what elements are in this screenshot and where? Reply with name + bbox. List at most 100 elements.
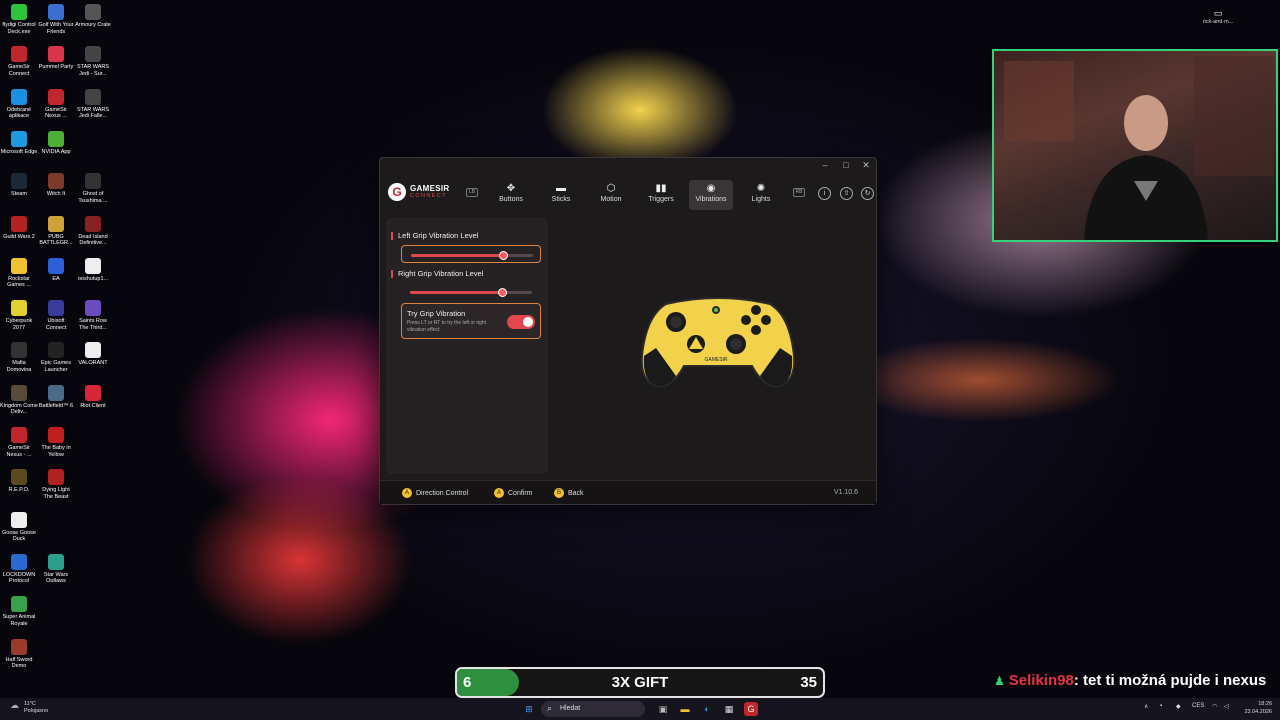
left-grip-knob[interactable] bbox=[498, 251, 508, 260]
desktop-shortcut[interactable]: ooshutup1... bbox=[74, 257, 112, 283]
direction-badge-icon: A bbox=[402, 488, 412, 498]
title-bar[interactable]: – □ ✕ bbox=[380, 158, 876, 172]
desktop-shortcut[interactable]: flydigi Control Deck.exe bbox=[0, 4, 38, 35]
maximize-button[interactable]: □ bbox=[839, 159, 853, 171]
try-grip-toggle[interactable] bbox=[507, 315, 535, 329]
nav-rb-button[interactable]: RB bbox=[793, 188, 805, 197]
app-shortcut-icon bbox=[48, 46, 64, 63]
desktop-shortcut[interactable]: VALORANT bbox=[74, 342, 112, 367]
wifi-icon[interactable]: ◠ bbox=[1212, 703, 1217, 710]
desktop-shortcut-label: Goose Goose Duck bbox=[2, 529, 36, 543]
desktop-shortcut[interactable]: Ubisoft Connect bbox=[37, 300, 75, 331]
desktop-shortcut[interactable]: PUBG BATTLEGR... bbox=[37, 215, 75, 247]
sticks-tab-icon: ▬ bbox=[556, 183, 566, 194]
desktop-shortcut[interactable]: Half Sword Demo bbox=[0, 638, 38, 670]
desktop-shortcut[interactable]: Rockstar Games ... bbox=[0, 257, 38, 289]
desktop-shortcut[interactable]: GameSir Nexus ... bbox=[37, 88, 75, 120]
desktop-shortcut[interactable]: Kingdom Come Deliv... bbox=[0, 384, 38, 416]
nav-lb-button[interactable]: LB bbox=[466, 188, 478, 197]
desktop-shortcut[interactable]: Cyberpunk 2077 bbox=[0, 300, 38, 331]
minimize-button[interactable]: – bbox=[818, 159, 832, 171]
desktop-shortcut[interactable]: Guild Wars 2 bbox=[0, 215, 38, 241]
close-button[interactable]: ✕ bbox=[859, 159, 873, 171]
desktop-shortcut[interactable]: Epic Games Launcher bbox=[37, 342, 75, 373]
info-icon[interactable]: i bbox=[818, 187, 831, 200]
desktop-shortcut-label: Odebrané aplikace bbox=[6, 106, 32, 120]
desktop-shortcut[interactable]: Star Wars Outlaws bbox=[37, 553, 75, 585]
desktop-shortcut-label: Super Animal Royale bbox=[2, 614, 36, 627]
right-grip-knob[interactable] bbox=[497, 288, 507, 297]
desktop-shortcut[interactable]: Mafia Domovina bbox=[0, 342, 38, 373]
file-explorer-icon[interactable]: ▬ bbox=[678, 702, 692, 716]
toggle-knob bbox=[523, 317, 533, 327]
desktop-shortcut[interactable]: Goose Goose Duck bbox=[0, 511, 38, 543]
chat-message: ♟ Selikin98: tet ti možná pujde i nexus bbox=[994, 668, 1274, 694]
tab-buttons[interactable]: ✥ Buttons bbox=[489, 180, 533, 210]
app-shortcut-icon bbox=[11, 4, 27, 20]
try-grip-description: Press LT or RT to try the left or right … bbox=[407, 320, 487, 333]
desktop-shortcut[interactable]: Dead Island Definitive... bbox=[74, 215, 112, 247]
desktop-shortcut[interactable]: GameSir Nexus - ... bbox=[0, 427, 38, 458]
controller-brand-text: GAMESIR bbox=[704, 357, 727, 363]
desktop-shortcut[interactable]: The Baby in Yellow bbox=[37, 427, 75, 458]
upload-icon[interactable]: ⇧ bbox=[840, 187, 853, 200]
desktop-shortcut[interactable]: Pummel Party bbox=[37, 46, 75, 71]
desktop-shortcut[interactable]: Witch It bbox=[37, 173, 75, 198]
desktop-shortcut-label: Guild Wars 2 bbox=[3, 233, 35, 240]
edge-icon[interactable]: ◐ bbox=[700, 702, 714, 716]
left-grip-slider[interactable] bbox=[401, 245, 541, 263]
gamesir-taskbar-icon[interactable]: G bbox=[744, 702, 758, 716]
volume-icon[interactable]: ◁ bbox=[1224, 703, 1229, 710]
app-shortcut-icon bbox=[11, 257, 27, 274]
tab-vibrations[interactable]: ◉ Vibrations bbox=[689, 180, 733, 210]
desktop-shortcut[interactable]: NVIDIA App bbox=[37, 130, 75, 156]
tray-chevron-icon[interactable]: ∧ bbox=[1144, 703, 1148, 710]
desktop-user-folder-label: rick-and-m... bbox=[1202, 19, 1234, 25]
tab-triggers[interactable]: ▮▮ Triggers bbox=[639, 180, 683, 210]
task-view-icon[interactable]: ▣ bbox=[656, 702, 670, 716]
desktop-shortcut-label: ooshutup1... bbox=[77, 275, 109, 282]
desktop-shortcut[interactable]: EA bbox=[37, 257, 75, 283]
desktop-shortcut[interactable]: LOCKDOWN Protocol bbox=[0, 553, 38, 585]
tab-label: Lights bbox=[751, 196, 771, 203]
desktop-user-folder[interactable]: ▭ rick-and-m... bbox=[1200, 8, 1236, 25]
desktop-shortcut[interactable]: GameSir Connect bbox=[0, 46, 38, 77]
refresh-icon[interactable]: ↻ bbox=[861, 187, 874, 200]
webcam-overlay bbox=[992, 49, 1278, 242]
desktop-shortcut[interactable]: Super Animal Royale bbox=[0, 596, 38, 627]
desktop-shortcut[interactable]: Odebrané aplikace bbox=[0, 88, 38, 120]
desktop-shortcut[interactable]: Saints Row The Third... bbox=[74, 300, 112, 331]
desktop-shortcut[interactable]: STAR WARS Jedi Falle... bbox=[74, 88, 112, 120]
desktop-shortcut[interactable]: Battlefield™ 6 bbox=[37, 384, 75, 410]
right-grip-slider[interactable] bbox=[401, 283, 541, 301]
desktop-shortcut-label: flydigi Control Deck.exe bbox=[2, 22, 36, 35]
back-hint[interactable]: B Back bbox=[554, 488, 584, 498]
desktop-shortcut[interactable]: Dying Light The Beast bbox=[37, 469, 75, 500]
app-shortcut-icon bbox=[85, 215, 101, 232]
tab-lights[interactable]: ✺ Lights bbox=[739, 180, 783, 210]
confirm-hint[interactable]: A Confirm bbox=[494, 488, 533, 498]
desktop-shortcut[interactable]: Armoury Crate bbox=[74, 4, 112, 29]
tab-motion[interactable]: ⬡ Motion bbox=[589, 180, 633, 210]
desktop-shortcut[interactable]: STAR WARS Jedi - Sur... bbox=[74, 46, 112, 77]
windows-start-icon[interactable]: ⊞ bbox=[522, 702, 536, 716]
desktop-shortcut-label: Rockstar Games ... bbox=[7, 275, 31, 289]
app-shortcut-icon bbox=[48, 215, 64, 232]
desktop-shortcut[interactable]: Ghost of Tsushima ... bbox=[74, 173, 112, 204]
desktop-shortcut[interactable]: Microsoft Edge bbox=[0, 130, 38, 156]
try-grip-vibration-card[interactable]: Try Grip Vibration Press LT or RT to try… bbox=[401, 303, 541, 339]
tray-network-icon[interactable]: ◆ bbox=[1176, 703, 1181, 710]
taskbar-search[interactable]: ⌕ Hledat bbox=[541, 701, 645, 717]
search-icon: ⌕ bbox=[547, 703, 553, 713]
tray-lang[interactable]: CES bbox=[1192, 703, 1204, 709]
desktop-shortcut[interactable]: Riot Client bbox=[74, 384, 112, 410]
buttons-tab-icon: ✥ bbox=[506, 183, 516, 194]
app-shortcut-icon bbox=[11, 638, 27, 655]
desktop-shortcut[interactable]: Steam bbox=[0, 173, 38, 198]
taskbar-clock[interactable]: 18:26 23.04.2026 bbox=[1236, 700, 1272, 716]
desktop-shortcut[interactable]: R.E.P.O. bbox=[0, 469, 38, 494]
tray-app-icon[interactable]: ▪ bbox=[1160, 703, 1162, 709]
store-icon[interactable]: ▦ bbox=[722, 702, 736, 716]
desktop-shortcut[interactable]: Golf With Your Friends bbox=[37, 4, 75, 35]
tab-sticks[interactable]: ▬ Sticks bbox=[539, 180, 583, 210]
